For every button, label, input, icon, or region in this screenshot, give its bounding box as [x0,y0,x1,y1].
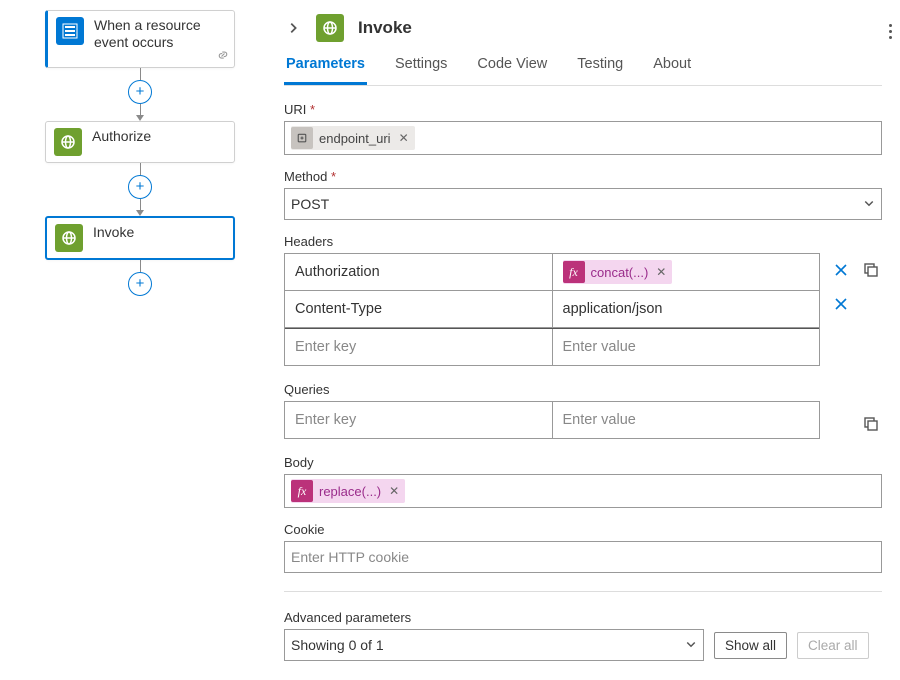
queries-table: Enter key Enter value [284,401,820,439]
header-value-input[interactable]: fx concat(...) ✕ [553,254,820,290]
node-label: Authorize [92,128,151,145]
more-menu-button[interactable] [885,20,896,43]
header-row: Content-Type application/json [285,291,819,328]
node-label: Invoke [93,224,134,241]
cookie-placeholder: Enter HTTP cookie [291,549,409,565]
chevron-down-icon [863,196,875,212]
token-label: concat(...) [591,265,649,280]
remove-token-icon[interactable]: ✕ [397,131,409,145]
token-label: replace(...) [319,484,381,499]
tab-row: Parameters Settings Code View Testing Ab… [284,56,882,86]
body-label: Body [284,455,882,470]
link-icon [217,48,229,64]
tab-settings[interactable]: Settings [393,56,449,85]
switch-mode-button[interactable] [860,259,882,281]
advanced-label: Advanced parameters [284,610,882,625]
divider [284,591,882,592]
node-label: When a resource event occurs [94,17,226,51]
header-new-row: Enter key Enter value [285,328,819,365]
tab-parameters[interactable]: Parameters [284,56,367,85]
clear-all-button: Clear all [797,632,869,659]
delete-row-button[interactable] [830,259,852,281]
uri-input[interactable]: endpoint_uri ✕ [284,121,882,155]
fx-icon: fx [563,261,585,283]
tab-code-view[interactable]: Code View [475,56,549,85]
collapse-chevron-icon[interactable] [284,21,302,35]
connector: + [0,260,280,296]
add-action-button[interactable]: + [128,175,152,199]
advanced-value: Showing 0 of 1 [291,637,384,653]
header-value-input[interactable]: application/json [553,291,820,327]
switch-mode-button[interactable] [860,413,882,435]
headers-label: Headers [284,234,882,249]
header-value-input[interactable]: Enter value [553,329,820,365]
connector: + [0,163,280,216]
show-all-button[interactable]: Show all [714,632,787,659]
advanced-select[interactable]: Showing 0 of 1 [284,629,704,661]
method-value: POST [291,196,329,212]
action-panel: Invoke Parameters Settings Code View Tes… [280,0,900,680]
add-action-button[interactable]: + [128,272,152,296]
tab-about[interactable]: About [651,56,693,85]
method-label: Method [284,169,882,184]
parameters-form: URI endpoint_uri ✕ Method POST Headers [284,86,882,670]
uri-label: URI [284,102,882,117]
node-invoke[interactable]: Invoke [45,216,235,260]
event-grid-icon [56,17,84,45]
http-icon [55,224,83,252]
body-input[interactable]: fx replace(...) ✕ [284,474,882,508]
workflow-canvas: When a resource event occurs + Authorize… [0,0,280,680]
panel-title: Invoke [358,18,412,38]
http-icon [316,14,344,42]
connector: + [0,68,280,121]
token-concat[interactable]: fx concat(...) ✕ [563,260,673,284]
variable-icon [291,127,313,149]
node-when-resource-event[interactable]: When a resource event occurs [45,10,235,68]
header-row: Authorization fx concat(...) ✕ [285,254,819,291]
header-key-input[interactable]: Enter key [285,329,553,365]
chevron-down-icon [685,637,697,653]
query-value-input[interactable]: Enter value [553,402,820,438]
cookie-label: Cookie [284,522,882,537]
remove-token-icon[interactable]: ✕ [387,484,399,498]
add-action-button[interactable]: + [128,80,152,104]
token-replace[interactable]: fx replace(...) ✕ [291,479,405,503]
headers-table: Authorization fx concat(...) ✕ Content-T… [284,253,820,366]
query-key-input[interactable]: Enter key [285,402,553,438]
delete-row-button[interactable] [830,293,852,315]
header-actions [830,253,882,315]
node-authorize[interactable]: Authorize [45,121,235,163]
header-key-input[interactable]: Content-Type [285,291,553,327]
query-new-row: Enter key Enter value [285,402,819,438]
http-icon [54,128,82,156]
token-endpoint-uri[interactable]: endpoint_uri ✕ [291,126,415,150]
method-select[interactable]: POST [284,188,882,220]
token-label: endpoint_uri [319,131,391,146]
header-key-input[interactable]: Authorization [285,254,553,290]
tab-testing[interactable]: Testing [575,56,625,85]
cookie-input[interactable]: Enter HTTP cookie [284,541,882,573]
remove-token-icon[interactable]: ✕ [654,265,666,279]
fx-icon: fx [291,480,313,502]
queries-label: Queries [284,382,882,397]
